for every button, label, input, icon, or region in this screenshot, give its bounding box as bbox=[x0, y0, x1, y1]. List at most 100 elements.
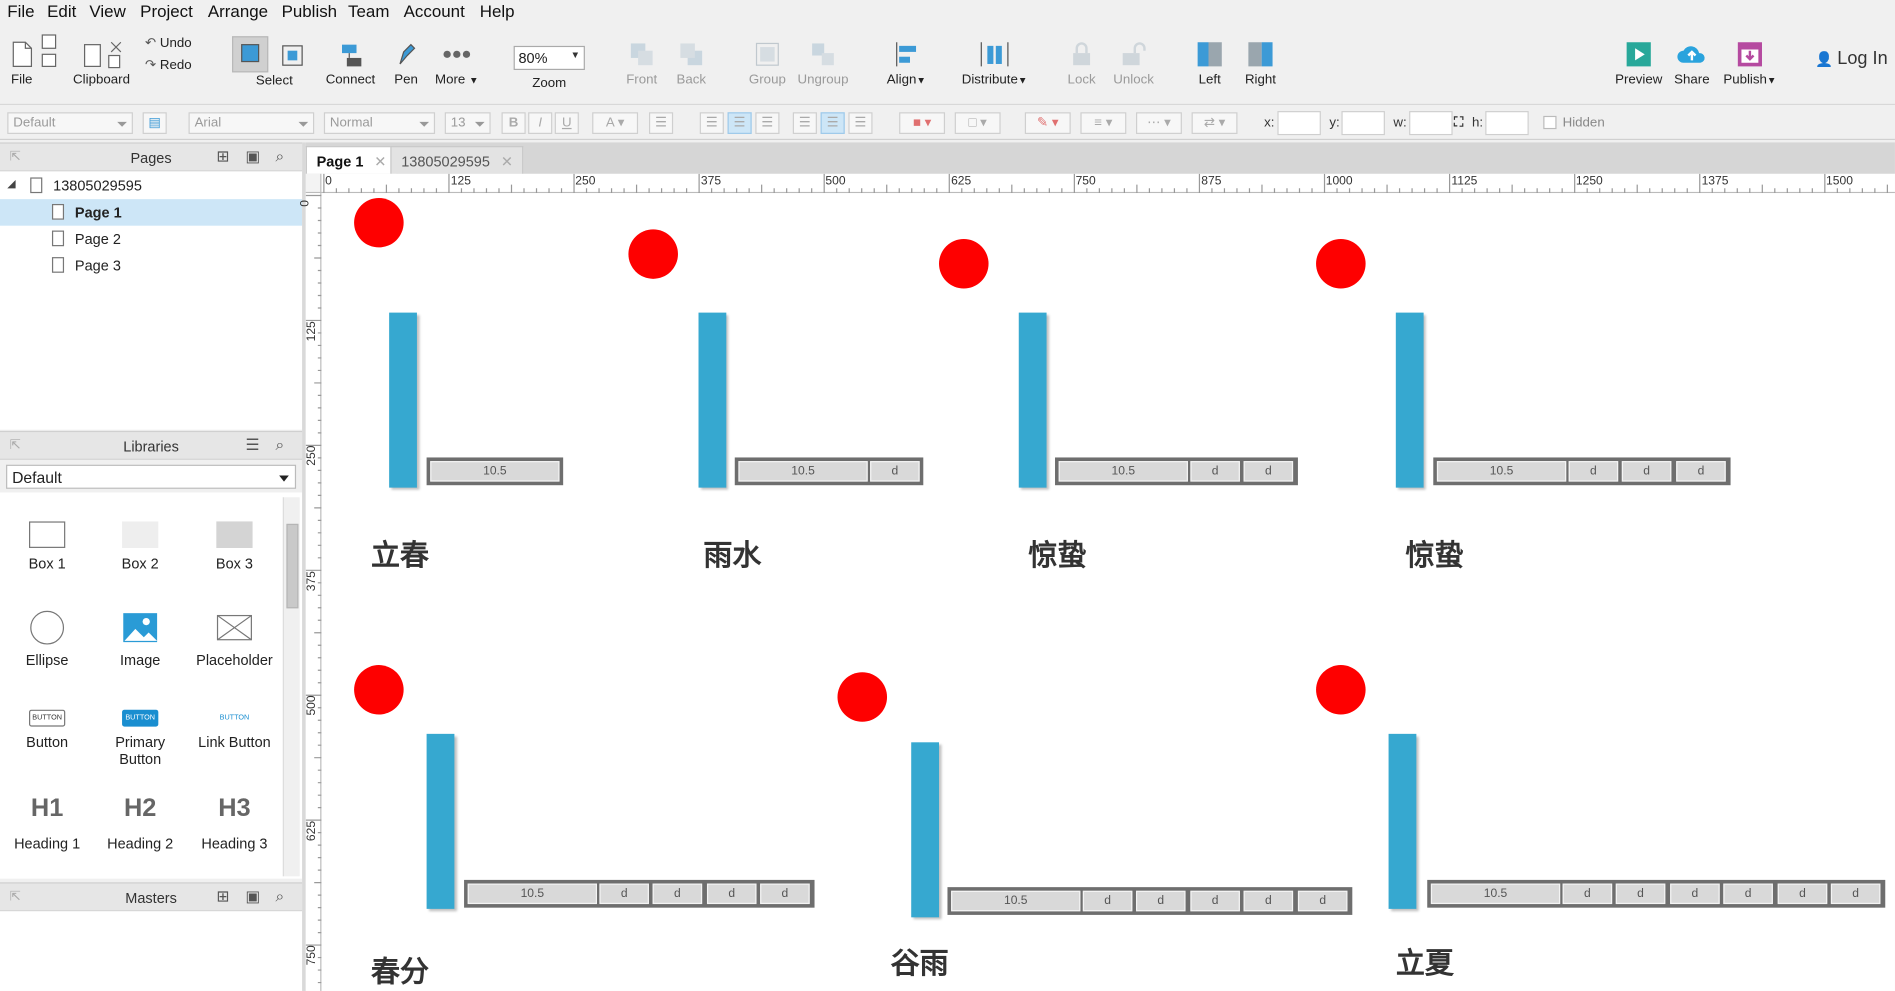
menu-project[interactable]: Project bbox=[140, 1, 193, 20]
d-cell[interactable]: d bbox=[1830, 883, 1881, 905]
red-dot[interactable] bbox=[837, 672, 888, 722]
distribute-button[interactable]: Distribute▼ bbox=[961, 40, 1029, 87]
send-back-button[interactable]: Back bbox=[672, 40, 711, 87]
y-input[interactable] bbox=[1341, 111, 1385, 136]
bring-front-button[interactable]: Front bbox=[622, 40, 661, 87]
lock-button[interactable]: Lock bbox=[1063, 40, 1099, 87]
widget-heading-2[interactable]: H2 Heading 2 bbox=[93, 794, 187, 852]
term-label[interactable]: 谷雨 bbox=[891, 939, 949, 981]
widget-heading-1[interactable]: H1 Heading 1 bbox=[0, 794, 94, 852]
input-row[interactable]: 10.5 d d d bbox=[1433, 457, 1731, 486]
scroll-thumb[interactable] bbox=[286, 523, 299, 609]
widget-heading-3[interactable]: H3 Heading 3 bbox=[187, 794, 281, 852]
design-canvas[interactable]: 10.5 立春 10.5 d 雨水 10.5 d d 惊蛰 10.5 d d d… bbox=[321, 193, 1895, 991]
d-cell[interactable]: d bbox=[1243, 890, 1294, 912]
line-color-icon[interactable]: ✎ ▾ bbox=[1024, 112, 1071, 134]
d-cell[interactable]: d bbox=[1297, 890, 1348, 912]
widget-image[interactable]: Image bbox=[93, 611, 187, 669]
menu-publish[interactable]: Publish bbox=[282, 1, 337, 20]
d-cell[interactable]: d bbox=[1676, 461, 1726, 482]
italic-icon[interactable]: I bbox=[528, 112, 553, 134]
input-row[interactable]: 10.5 d bbox=[734, 457, 924, 486]
style-select[interactable]: Default bbox=[7, 112, 133, 134]
valign-bottom-icon[interactable]: ☰ bbox=[848, 112, 873, 134]
red-dot[interactable] bbox=[1316, 665, 1366, 715]
widget-button[interactable]: BUTTON Button bbox=[0, 709, 94, 751]
blue-bar[interactable] bbox=[1388, 733, 1417, 909]
value-cell[interactable]: 10.5 bbox=[738, 461, 868, 482]
widget-box-2[interactable]: Box 2 bbox=[93, 521, 187, 572]
blue-bar[interactable] bbox=[426, 733, 455, 909]
redo-button[interactable]: ↷ Redo bbox=[145, 57, 192, 72]
unlock-button[interactable]: Unlock bbox=[1109, 40, 1157, 87]
input-row[interactable]: 10.5 d d bbox=[1055, 457, 1298, 486]
d-cell[interactable]: d bbox=[870, 461, 920, 482]
menu-edit[interactable]: Edit bbox=[47, 1, 76, 20]
value-cell[interactable]: 10.5 bbox=[1436, 461, 1567, 482]
term-label[interactable]: 惊蛰 bbox=[1405, 531, 1463, 573]
tree-page-3[interactable]: Page 3 bbox=[0, 252, 302, 279]
d-cell[interactable]: d bbox=[1190, 461, 1240, 482]
d-cell[interactable]: d bbox=[1562, 883, 1613, 905]
input-row[interactable]: 10.5 d d d d d d bbox=[1427, 879, 1886, 908]
collapse-icon[interactable]: ◢ bbox=[7, 177, 15, 190]
value-cell[interactable]: 10.5 bbox=[951, 890, 1081, 912]
value-cell[interactable]: 10.5 bbox=[430, 461, 560, 482]
widget-primary-button[interactable]: BUTTON Primary Button bbox=[93, 709, 187, 768]
input-row[interactable]: 10.5 d d d d bbox=[464, 879, 815, 908]
file-button[interactable]: File bbox=[5, 40, 39, 87]
align-text-center-icon[interactable]: ☰ bbox=[727, 112, 752, 134]
lock-ratio-icon[interactable]: ⛶ bbox=[1454, 116, 1463, 132]
red-dot[interactable] bbox=[1316, 238, 1366, 289]
pen-button[interactable]: Pen bbox=[387, 40, 426, 87]
term-label[interactable]: 春分 bbox=[371, 947, 429, 989]
size-select[interactable]: 13 bbox=[444, 112, 491, 134]
hidden-checkbox[interactable] bbox=[1543, 115, 1557, 130]
d-cell[interactable]: d bbox=[1082, 890, 1133, 912]
widget-ellipse[interactable]: Ellipse bbox=[0, 610, 94, 669]
tree-page-2[interactable]: Page 2 bbox=[0, 226, 302, 253]
x-input[interactable] bbox=[1277, 111, 1321, 136]
add-folder-icon[interactable]: ▣ bbox=[245, 147, 260, 166]
menu-help[interactable]: Help bbox=[480, 1, 515, 20]
library-scrollbar[interactable] bbox=[282, 497, 300, 877]
add-master-icon[interactable]: ⊞ bbox=[216, 887, 229, 906]
add-folder-icon[interactable]: ▣ bbox=[245, 887, 260, 906]
d-cell[interactable]: d bbox=[599, 883, 649, 905]
red-dot[interactable] bbox=[354, 665, 404, 715]
select-contained-icon[interactable] bbox=[280, 43, 307, 70]
clipboard-button[interactable]: Clipboard bbox=[68, 40, 136, 87]
publish-button[interactable]: Publish▼ bbox=[1721, 40, 1779, 87]
tab-13805029595[interactable]: 13805029595 ✕ bbox=[390, 146, 524, 174]
d-cell[interactable]: d bbox=[1190, 890, 1240, 912]
close-icon[interactable]: ✕ bbox=[374, 153, 386, 170]
term-label[interactable]: 立春 bbox=[371, 531, 429, 573]
search-icon[interactable]: ⌕ bbox=[276, 436, 285, 455]
menu-arrange[interactable]: Arrange bbox=[208, 1, 268, 20]
menu-team[interactable]: Team bbox=[348, 1, 389, 20]
widget-link-button[interactable]: BUTTON Link Button bbox=[187, 710, 281, 751]
blue-bar[interactable] bbox=[1018, 312, 1047, 488]
undo-button[interactable]: ↶ Undo bbox=[145, 35, 192, 50]
d-cell[interactable]: d bbox=[652, 883, 703, 905]
w-input[interactable] bbox=[1409, 111, 1453, 136]
save-icon[interactable] bbox=[41, 34, 58, 70]
input-row[interactable]: 10.5 bbox=[426, 457, 564, 486]
d-cell[interactable]: d bbox=[1621, 461, 1672, 482]
arrow-style-icon[interactable]: ⇄ ▾ bbox=[1191, 112, 1238, 134]
h-input[interactable] bbox=[1485, 111, 1529, 136]
tree-root[interactable]: ◢ 13805029595 bbox=[0, 173, 302, 200]
search-icon[interactable]: ⌕ bbox=[276, 147, 285, 166]
widget-placeholder[interactable]: Placeholder bbox=[187, 611, 281, 669]
underline-icon[interactable]: U bbox=[554, 112, 579, 134]
font-color-icon[interactable]: A ▾ bbox=[592, 112, 639, 134]
red-dot[interactable] bbox=[939, 238, 989, 289]
share-button[interactable]: Share bbox=[1670, 40, 1714, 87]
blue-bar[interactable] bbox=[911, 742, 940, 918]
font-select[interactable]: Arial bbox=[188, 112, 315, 134]
bold-icon[interactable]: B bbox=[501, 112, 526, 134]
right-button[interactable]: Right bbox=[1240, 40, 1281, 87]
tree-page-1[interactable]: Page 1 bbox=[0, 199, 303, 226]
menu-view[interactable]: View bbox=[89, 1, 125, 20]
bullet-list-icon[interactable]: ☰ bbox=[648, 112, 674, 134]
